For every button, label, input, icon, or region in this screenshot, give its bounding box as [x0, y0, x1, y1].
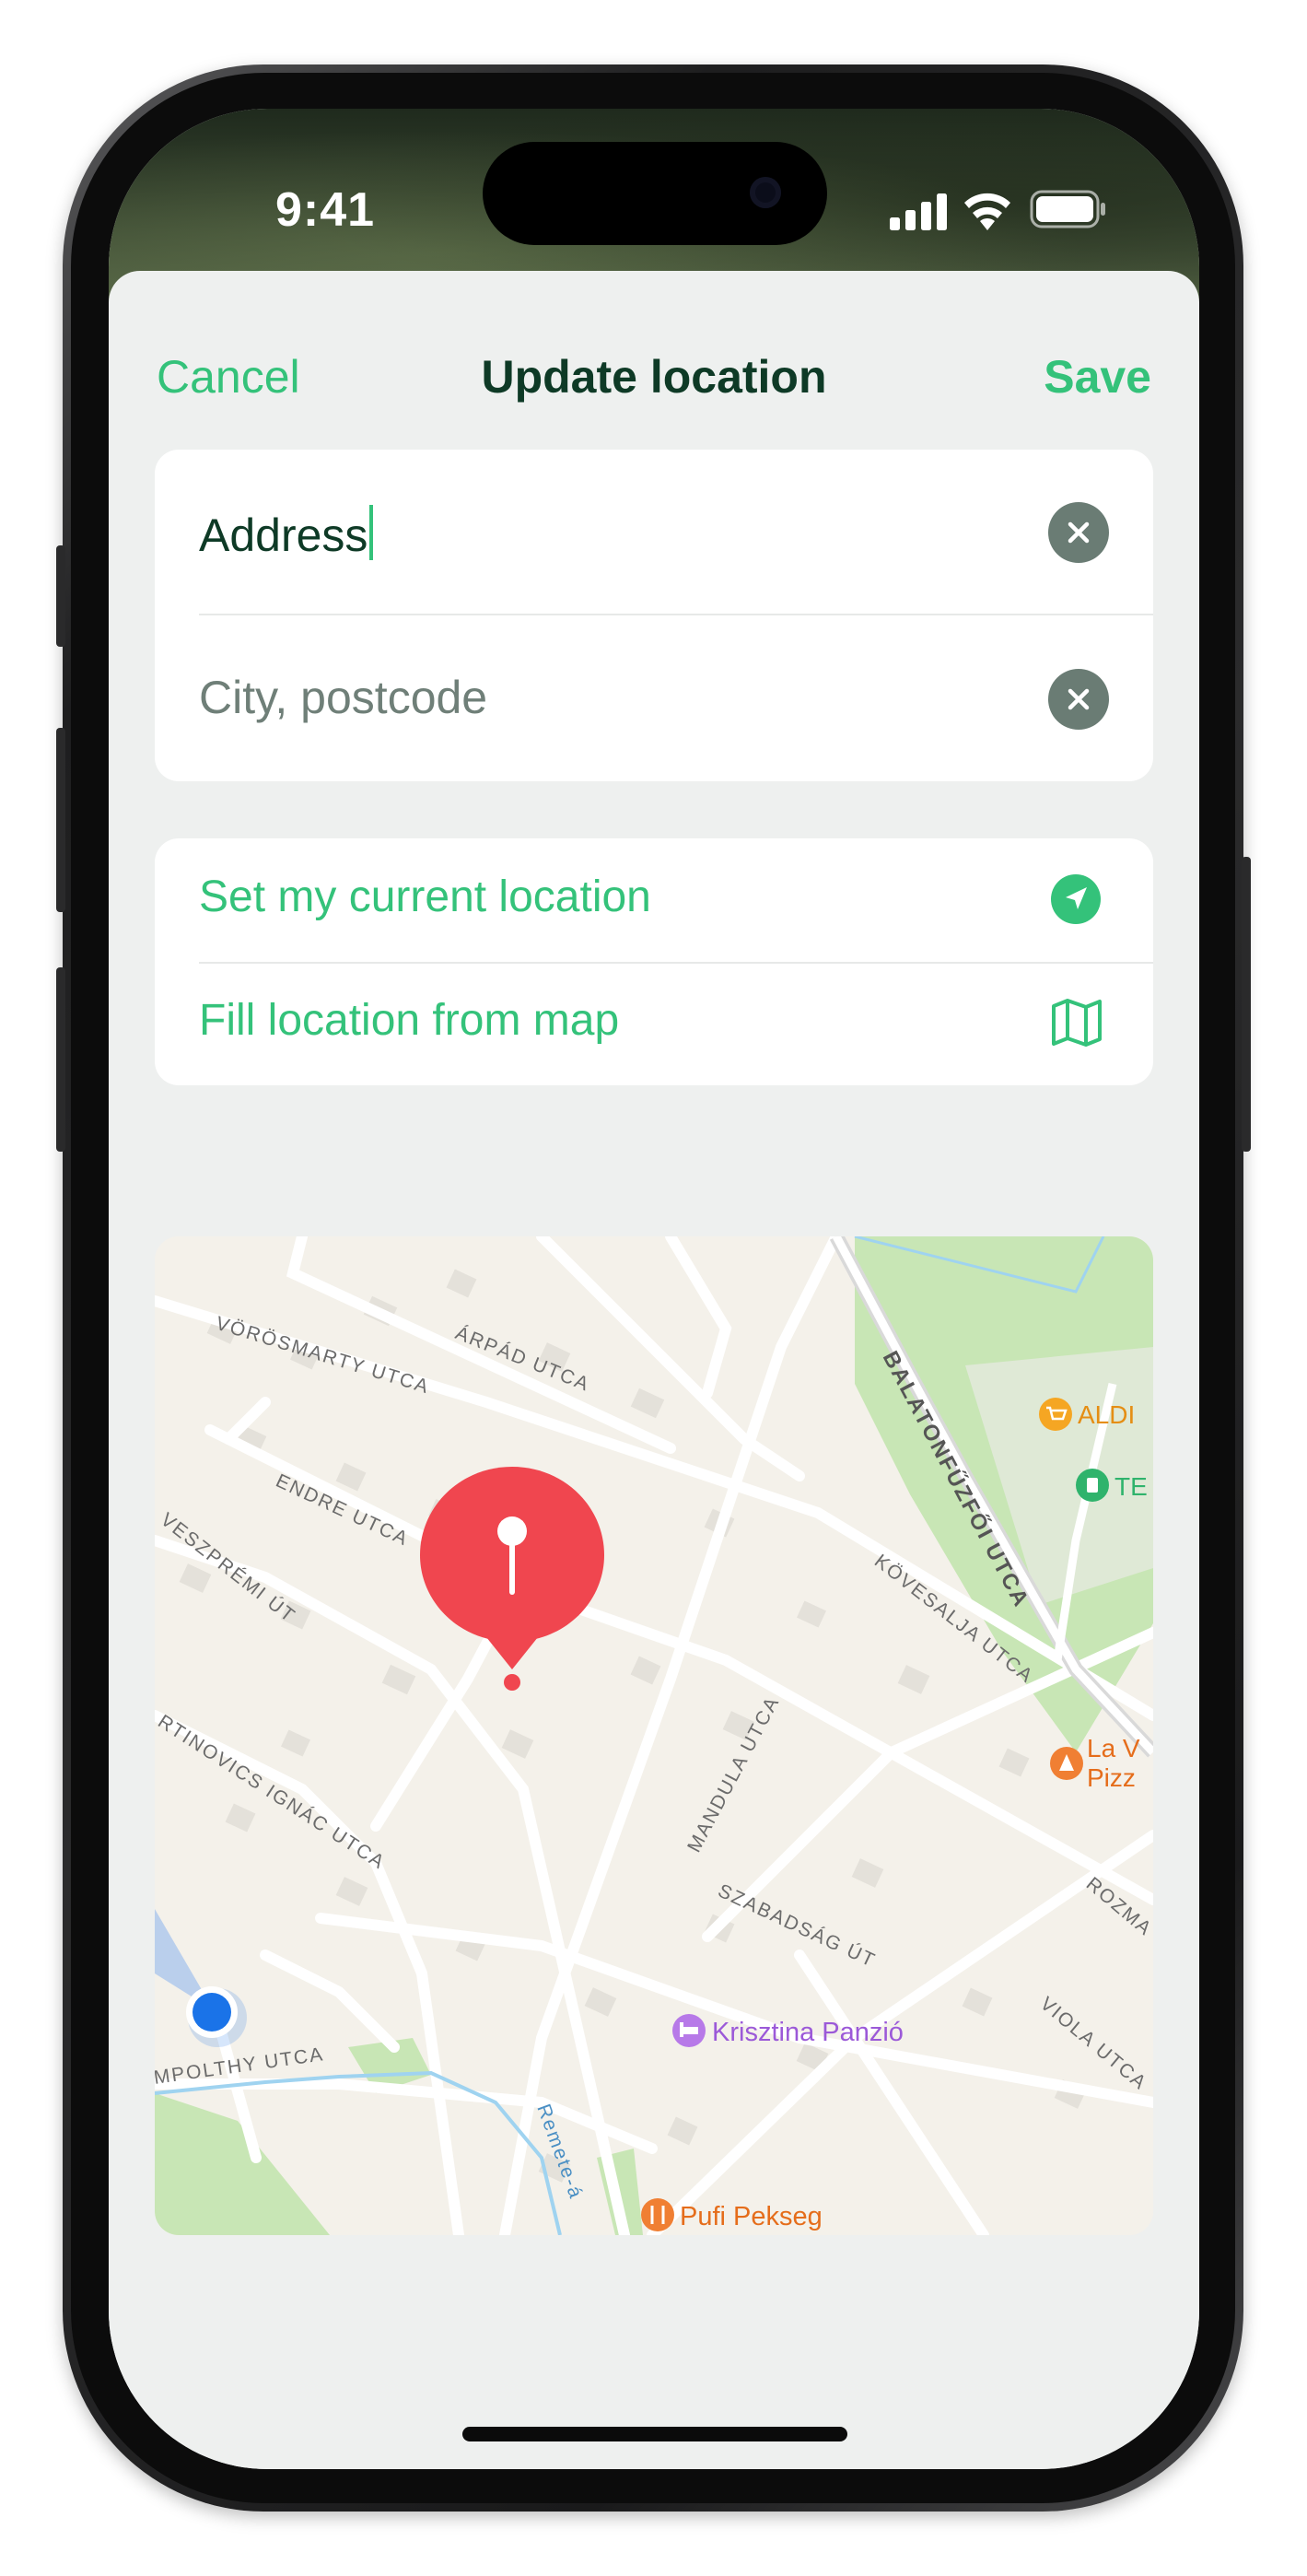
clear-city-button[interactable] — [1048, 669, 1109, 730]
cellular-signal-icon — [890, 193, 947, 230]
poi-label: Pufi Pekseg — [680, 2202, 823, 2231]
location-actions-card: Set my current location Fill location fr… — [155, 838, 1153, 1085]
update-location-sheet: Cancel Update location Save Address City… — [109, 271, 1199, 2469]
aldi-poi[interactable]: ALDI — [1039, 1398, 1135, 1431]
poi-label: La V — [1087, 1734, 1140, 1762]
home-indicator[interactable] — [462, 2427, 847, 2441]
volume-down-button — [56, 967, 65, 1152]
address-card: Address City, postcode — [155, 450, 1153, 781]
city-postcode-field[interactable]: City, postcode — [199, 671, 487, 724]
volume-up-button — [56, 728, 65, 912]
address-value: Address — [199, 509, 368, 561]
map-icon — [1052, 999, 1102, 1047]
address-field[interactable]: Address — [199, 505, 374, 562]
camera-icon — [750, 177, 781, 208]
location-map[interactable]: VÖRÖSMARTY UTCA ÁRPÁD UTCA ENDRE UTCA VE… — [155, 1236, 1153, 2235]
close-icon — [1068, 521, 1090, 544]
page-title: Update location — [481, 351, 827, 403]
clear-address-button[interactable] — [1048, 502, 1109, 563]
set-current-location-row[interactable]: Set my current location — [155, 838, 1153, 962]
wifi-icon — [964, 193, 1010, 230]
poi-label: Pizz — [1087, 1763, 1136, 1792]
map-canvas: VÖRÖSMARTY UTCA ÁRPÁD UTCA ENDRE UTCA VE… — [155, 1236, 1153, 2235]
close-icon — [1068, 688, 1090, 710]
shopping-cart-icon — [1039, 1398, 1072, 1431]
text-caret — [369, 505, 374, 560]
power-button — [1242, 857, 1251, 1152]
status-time: 9:41 — [274, 183, 376, 237]
save-button[interactable]: Save — [1044, 350, 1151, 404]
field-divider — [199, 614, 1153, 615]
poi-label: Krisztina Panzió — [712, 2018, 904, 2047]
current-location-dot — [193, 1993, 231, 2032]
screen: 9:41 Cancel Update location Save Address… — [109, 109, 1199, 2469]
dynamic-island — [483, 142, 827, 245]
battery-icon — [1030, 190, 1105, 228]
poi-label: TE — [1114, 1472, 1148, 1501]
set-current-location-label: Set my current location — [199, 872, 651, 921]
poi-label: ALDI — [1078, 1400, 1135, 1429]
fill-from-map-label: Fill location from map — [199, 996, 620, 1045]
location-arrow-icon — [1051, 874, 1101, 924]
fork-knife-icon — [641, 2198, 674, 2231]
bakery-poi[interactable]: Pufi Pekseg — [641, 2198, 823, 2231]
fill-from-map-row[interactable]: Fill location from map — [155, 964, 1153, 1085]
action-button — [56, 545, 65, 647]
